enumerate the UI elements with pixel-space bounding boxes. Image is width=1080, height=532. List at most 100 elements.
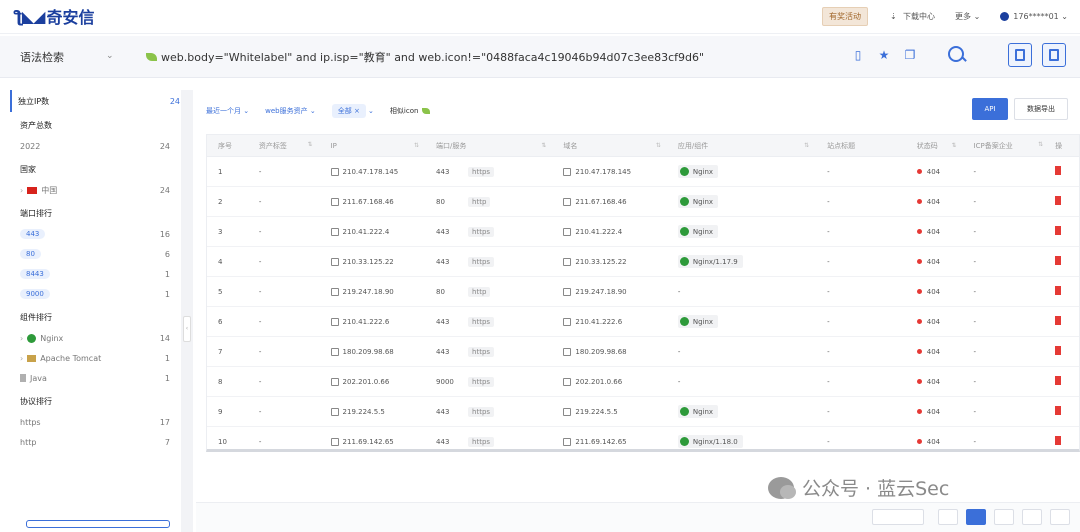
col-header-status[interactable]: 状态码 ⇅ xyxy=(906,141,963,151)
component-tag[interactable]: Nginx xyxy=(677,315,719,328)
table-row[interactable]: 2 - 211.67.168.46 80 http 211.67.168.46 Nginx -… xyxy=(207,187,1079,217)
action-cell[interactable] xyxy=(1049,316,1079,327)
ip-cell[interactable]: 202.201.0.66 xyxy=(319,377,426,386)
ip-cell[interactable]: 219.224.5.5 xyxy=(319,407,426,416)
port-row[interactable]: 8443 1 xyxy=(20,264,170,284)
search-icon[interactable] xyxy=(946,44,968,66)
component-row[interactable]: Java 1 xyxy=(20,368,170,388)
action-icon[interactable] xyxy=(1055,316,1062,325)
domain-cell[interactable]: 180.209.98.68 xyxy=(552,347,666,356)
port-row[interactable]: 443 16 xyxy=(20,224,170,244)
api-button[interactable]: API xyxy=(972,98,1008,120)
action-cell[interactable] xyxy=(1049,346,1079,357)
table-row[interactable]: 4 - 210.33.125.22 443 https 210.33.125.22 Ngin… xyxy=(207,247,1079,277)
component-tag[interactable]: Nginx xyxy=(677,165,719,178)
domain-cell[interactable]: 210.41.222.4 xyxy=(552,227,666,236)
sort-icon[interactable]: ⇅ xyxy=(804,142,809,149)
port-row[interactable]: 80 6 xyxy=(20,244,170,264)
logo[interactable]: ƪ◣◢ 奇安信 xyxy=(14,4,94,28)
action-cell[interactable] xyxy=(1049,286,1079,297)
col-header-component[interactable]: 应用/组件 ⇅ xyxy=(667,141,815,151)
component-row[interactable]: › Apache Tomcat 1 xyxy=(20,348,170,368)
table-row[interactable]: 5 - 219.247.18.90 80 http 219.247.18.90 - - 404 - xyxy=(207,277,1079,307)
ip-cell[interactable]: 210.41.222.6 xyxy=(319,317,426,326)
action-cell[interactable] xyxy=(1049,406,1079,417)
search-input[interactable]: web.body="Whitelabel" and ip.isp="教育" an… xyxy=(146,49,704,65)
action-icon[interactable] xyxy=(1055,256,1062,265)
component-tag[interactable]: Nginx xyxy=(677,195,719,208)
save-icon[interactable] xyxy=(1008,43,1032,67)
asset-year-row[interactable]: 2022 24 xyxy=(20,136,170,156)
delete-icon[interactable]: ▯ xyxy=(850,47,866,63)
time-filter[interactable]: 最近一个月 ⌄ xyxy=(206,106,249,116)
copy-icon[interactable]: ❐ xyxy=(902,47,918,63)
sort-icon[interactable]: ⇅ xyxy=(541,142,546,149)
col-header-port[interactable]: 端口/服务 ⇅ xyxy=(425,141,552,151)
ip-cell[interactable]: 210.47.178.145 xyxy=(319,167,426,176)
page-3-button[interactable] xyxy=(1022,509,1042,525)
independent-ip-tab[interactable]: 独立IP数 24 xyxy=(10,90,180,112)
ip-cell[interactable]: 210.41.222.4 xyxy=(319,227,426,236)
next-page-button[interactable] xyxy=(1050,509,1070,525)
protocol-row[interactable]: https 17 xyxy=(20,412,170,432)
page-2-button[interactable] xyxy=(994,509,1014,525)
action-cell[interactable] xyxy=(1049,196,1079,207)
table-row[interactable]: 7 - 180.209.98.68 443 https 180.209.98.68 - - 40… xyxy=(207,337,1079,367)
component-tag[interactable]: Nginx/1.17.9 xyxy=(677,255,743,268)
component-tag[interactable]: Nginx xyxy=(677,405,719,418)
col-header-domain[interactable]: 域名 ⇅ xyxy=(552,141,666,151)
component-tag[interactable]: Nginx xyxy=(677,225,719,238)
col-header-tag[interactable]: 资产标签 ⇅ xyxy=(249,141,319,151)
user-menu[interactable]: 176*****01 ⌄ xyxy=(1000,11,1068,21)
action-icon[interactable] xyxy=(1055,286,1062,295)
domain-cell[interactable]: 210.33.125.22 xyxy=(552,257,666,266)
collapse-handle-icon[interactable]: ‹ xyxy=(183,316,191,342)
country-row[interactable]: › 中国 24 xyxy=(20,180,170,200)
domain-cell[interactable]: 219.224.5.5 xyxy=(552,407,666,416)
col-header-icp[interactable]: ICP备案企业 ⇅ xyxy=(963,141,1050,151)
action-cell[interactable] xyxy=(1049,256,1079,267)
ip-cell[interactable]: 211.67.168.46 xyxy=(319,197,426,206)
protocol-row[interactable]: http 7 xyxy=(20,432,170,452)
sidebar-bottom-button[interactable] xyxy=(26,520,170,528)
domain-cell[interactable]: 211.67.168.46 xyxy=(552,197,666,206)
ip-cell[interactable]: 219.247.18.90 xyxy=(319,287,426,296)
col-header-ip[interactable]: IP ⇅ xyxy=(319,142,426,150)
all-filter[interactable]: 全部 × ⌄ xyxy=(331,104,374,118)
more-menu[interactable]: 更多 ⌄ xyxy=(955,11,980,22)
action-icon[interactable] xyxy=(1055,166,1062,175)
page-1-button[interactable] xyxy=(966,509,986,525)
action-icon[interactable] xyxy=(1055,406,1062,415)
action-icon[interactable] xyxy=(1055,196,1062,205)
prev-page-button[interactable] xyxy=(938,509,958,525)
action-cell[interactable] xyxy=(1049,436,1079,447)
table-row[interactable]: 1 - 210.47.178.145 443 https 210.47.178.145 Ng… xyxy=(207,157,1079,187)
table-row[interactable]: 6 - 210.41.222.6 443 https 210.41.222.6 Nginx -… xyxy=(207,307,1079,337)
action-icon[interactable] xyxy=(1055,226,1062,235)
ip-cell[interactable]: 180.209.98.68 xyxy=(319,347,426,356)
web-assets-filter[interactable]: web服务资产 ⌄ xyxy=(265,106,316,116)
domain-cell[interactable]: 211.69.142.65 xyxy=(552,437,666,446)
export-button[interactable]: 数据导出 xyxy=(1014,98,1068,120)
table-row[interactable]: 9 - 219.224.5.5 443 https 219.224.5.5 Nginx - 40… xyxy=(207,397,1079,427)
sort-icon[interactable]: ⇅ xyxy=(414,142,419,149)
action-icon[interactable] xyxy=(1055,436,1062,445)
action-icon[interactable] xyxy=(1055,346,1062,355)
port-row[interactable]: 9000 1 xyxy=(20,284,170,304)
sidebar-splitter[interactable]: ‹ xyxy=(181,90,193,532)
ip-cell[interactable]: 210.33.125.22 xyxy=(319,257,426,266)
action-cell[interactable] xyxy=(1049,226,1079,237)
component-row[interactable]: › Nginx 14 xyxy=(20,328,170,348)
table-row[interactable]: 10 - 211.69.142.65 443 https 211.69.142.65 Ngi… xyxy=(207,427,1079,449)
document-icon[interactable] xyxy=(1042,43,1066,67)
close-icon[interactable]: × xyxy=(354,107,360,115)
domain-cell[interactable]: 219.247.18.90 xyxy=(552,287,666,296)
similar-icon-filter[interactable]: 相似icon xyxy=(390,106,431,116)
search-mode-select[interactable]: 语法检索 ⌄ xyxy=(20,49,114,65)
component-tag[interactable]: Nginx/1.18.0 xyxy=(677,435,743,448)
page-size-select[interactable] xyxy=(872,509,924,525)
action-icon[interactable] xyxy=(1055,376,1062,385)
sort-icon[interactable]: ⇅ xyxy=(951,142,956,149)
download-center-link[interactable]: ⇣ 下载中心 xyxy=(890,11,935,22)
sort-icon[interactable]: ⇅ xyxy=(656,142,661,149)
